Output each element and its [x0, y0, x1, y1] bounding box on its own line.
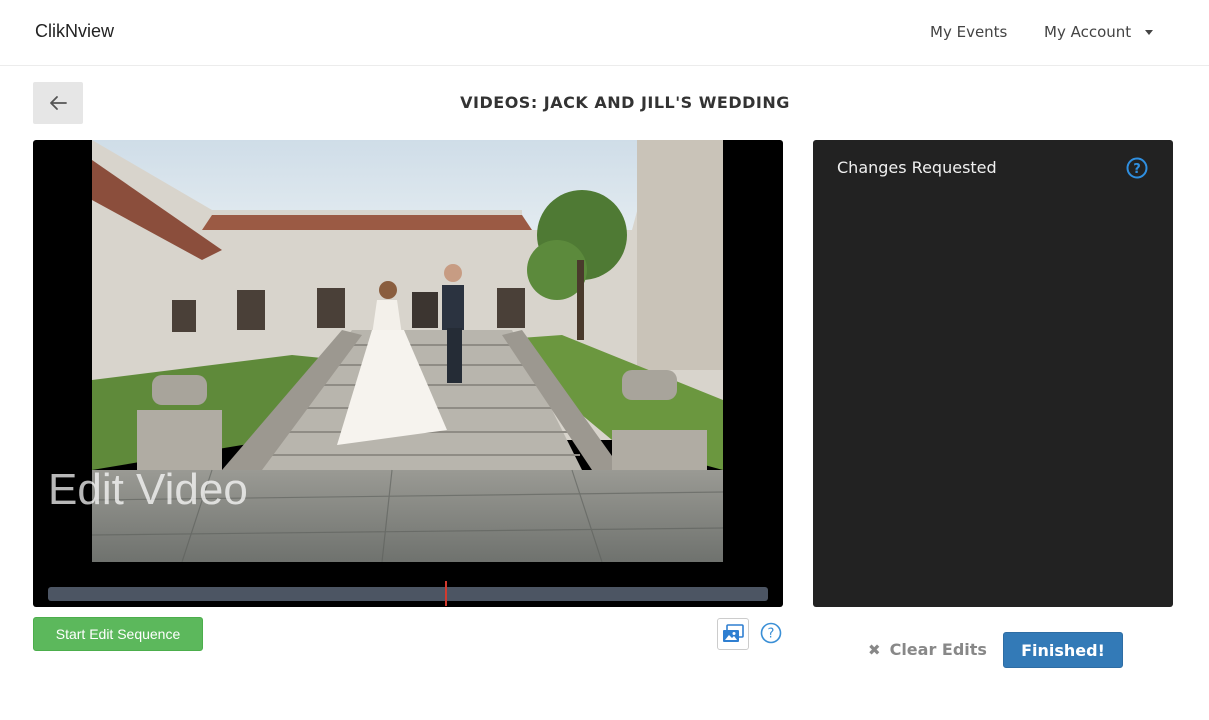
video-player[interactable]: Edit Video	[33, 140, 783, 607]
clear-edits-label: Clear Edits	[889, 640, 987, 659]
help-icon[interactable]: ?	[760, 622, 782, 644]
clear-edits-button[interactable]: ✖ Clear Edits	[868, 640, 987, 659]
images-icon	[723, 624, 744, 642]
svg-text:?: ?	[1133, 162, 1141, 177]
arrow-left-icon	[50, 96, 67, 110]
timeline-playhead[interactable]	[445, 581, 448, 606]
gallery-button[interactable]	[717, 618, 749, 650]
start-edit-sequence-button[interactable]: Start Edit Sequence	[33, 617, 203, 651]
page-title: VIDEOS: JACK AND JILL'S WEDDING	[460, 93, 790, 112]
nav-my-events[interactable]: My Events	[930, 23, 1007, 41]
edit-video-label: Edit Video	[48, 465, 248, 514]
video-timeline-scrubber[interactable]	[48, 581, 768, 606]
nav-my-account[interactable]: My Account	[1044, 23, 1131, 41]
changes-requested-title: Changes Requested	[837, 158, 997, 177]
finished-button[interactable]: Finished!	[1003, 632, 1123, 668]
back-button[interactable]	[33, 82, 83, 124]
caret-down-icon[interactable]	[1145, 30, 1153, 35]
times-icon: ✖	[868, 640, 881, 659]
top-navbar: ClikNview My Events My Account	[0, 0, 1209, 66]
svg-text:?: ?	[768, 627, 775, 642]
changes-requested-panel: Changes Requested ?	[813, 140, 1173, 607]
help-icon[interactable]: ?	[1126, 157, 1148, 179]
brand-logo[interactable]: ClikNview	[35, 21, 114, 42]
